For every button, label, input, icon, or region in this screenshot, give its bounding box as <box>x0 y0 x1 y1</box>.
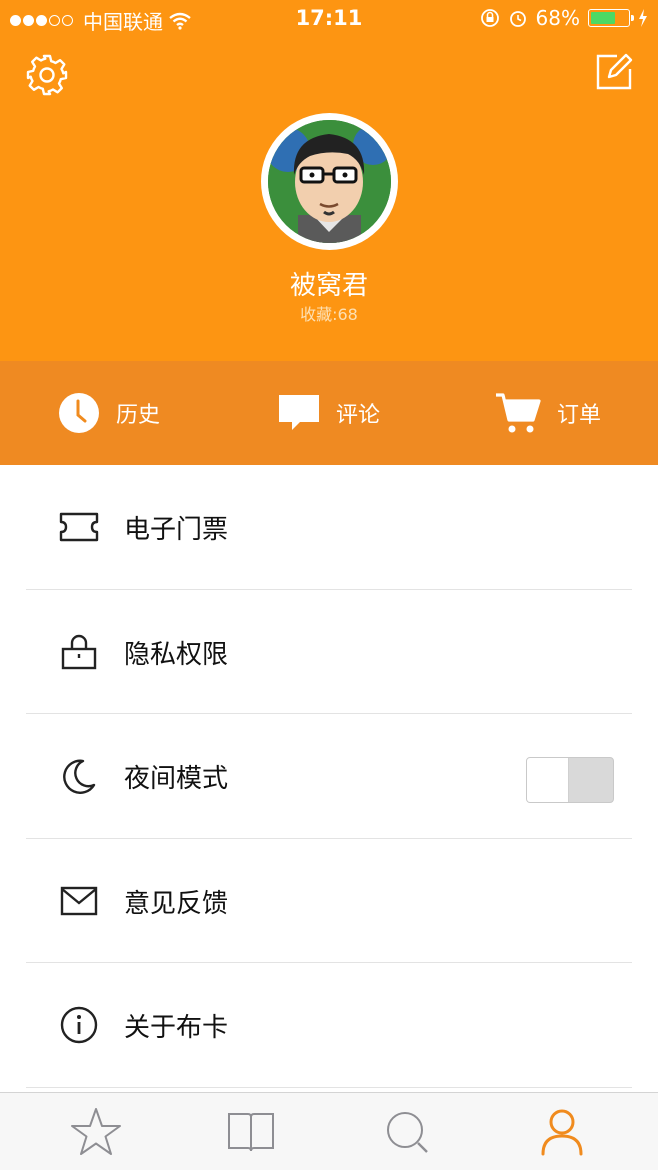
tab-profile[interactable] <box>535 1105 589 1159</box>
comment-icon <box>279 395 319 430</box>
orders-label: 订单 <box>557 403 602 428</box>
avatar-image <box>268 120 391 243</box>
orders-button[interactable]: 订单 <box>495 361 601 465</box>
settings-list: 电子门票 隐私权限 夜间模式 意见反馈 关于布卡 <box>0 465 658 1088</box>
battery-percent: 68% <box>535 6 580 30</box>
comments-label: 评论 <box>336 403 381 428</box>
action-bar: 历史 评论 订单 <box>0 361 658 465</box>
menu-item-label: 电子门票 <box>124 515 229 545</box>
menu-item-label: 夜间模式 <box>124 764 229 794</box>
alarm-icon <box>509 11 526 27</box>
menu-item-label: 意见反馈 <box>124 888 229 919</box>
search-icon <box>387 1112 428 1153</box>
clock-icon <box>59 393 99 433</box>
favorites-count: 收藏:68 <box>300 305 358 324</box>
rotation-lock-icon <box>480 9 499 27</box>
status-bar: 中国联通 17:11 68% <box>0 0 658 38</box>
divider <box>26 1086 632 1088</box>
comments-button[interactable]: 评论 <box>278 361 380 465</box>
menu-item-privacy[interactable]: 隐私权限 <box>0 590 658 714</box>
moon-icon <box>63 759 96 794</box>
toggle-knob <box>527 758 569 802</box>
cart-icon <box>496 393 541 433</box>
info-icon <box>60 1006 98 1044</box>
tab-favorites[interactable] <box>69 1105 123 1159</box>
edit-profile-button[interactable] <box>594 52 634 92</box>
profile-header: 中国联通 17:11 68% 被窝君 收藏:68 <box>0 0 658 361</box>
menu-item-feedback[interactable]: 意见反馈 <box>0 839 658 963</box>
avatar[interactable] <box>261 113 398 250</box>
username: 被窝君 <box>289 271 368 301</box>
menu-item-label: 关于布卡 <box>124 1013 229 1043</box>
user-icon <box>541 1109 583 1156</box>
night-mode-toggle[interactable] <box>526 757 614 803</box>
tab-library[interactable] <box>224 1105 278 1159</box>
gear-icon <box>26 54 68 96</box>
tab-search[interactable] <box>380 1105 434 1159</box>
menu-item-label: 隐私权限 <box>124 639 229 670</box>
history-button[interactable]: 历史 <box>58 361 160 465</box>
lock-icon <box>61 634 97 669</box>
menu-item-tickets[interactable]: 电子门票 <box>0 465 658 590</box>
menu-item-about[interactable]: 关于布卡 <box>0 963 658 1088</box>
mail-icon <box>60 886 98 915</box>
settings-button[interactable] <box>24 52 70 98</box>
charging-icon <box>639 9 647 27</box>
tab-bar <box>0 1092 658 1170</box>
star-icon <box>71 1108 121 1155</box>
book-icon <box>228 1113 274 1152</box>
battery-icon <box>588 9 634 27</box>
history-label: 历史 <box>116 403 161 428</box>
edit-icon <box>596 53 633 90</box>
ticket-icon <box>59 512 99 542</box>
